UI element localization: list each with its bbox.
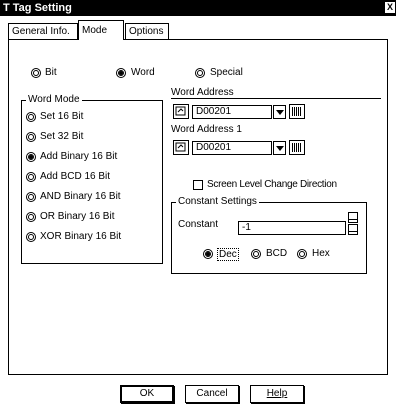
label-bit: Bit [45,67,57,78]
radio-or-binary-16-bit[interactable] [26,212,36,222]
constant-label: Constant [178,219,219,230]
label-add-bcd-16-bit: Add BCD 16 Bit [40,171,111,182]
word-address-1-dropdown-icon[interactable] [273,141,286,155]
label-hex: Hex [312,248,330,259]
label-or-binary-16-bit: OR Binary 16 Bit [40,211,115,222]
constant-settings-group: Constant Settings Constant -1 Dec BCD He… [171,196,367,274]
window-title: T Tag Setting [3,2,72,14]
radio-set-32-bit[interactable] [26,132,36,142]
radio-bit[interactable] [31,68,41,78]
word-address-dropdown-icon[interactable] [273,105,286,119]
label-dec: Dec [217,248,239,261]
label-add-binary-16-bit: Add Binary 16 Bit [40,151,118,162]
label-bcd: BCD [266,248,288,259]
word-address-label: Word Address [171,87,234,98]
radio-set-16-bit[interactable] [26,112,36,122]
address-picker-icon[interactable] [173,104,189,119]
radio-and-binary-16-bit[interactable] [26,192,36,202]
dialog-window: T Tag Setting X General Info. Mode Optio… [0,0,396,412]
word-address-divider [171,98,381,99]
word-address-input[interactable]: D00201 [192,105,272,119]
radio-xor-binary-16-bit[interactable] [26,232,36,242]
radio-special[interactable] [195,68,205,78]
label-and-binary-16-bit: AND Binary 16 Bit [40,191,121,202]
radio-word[interactable] [116,68,126,78]
help-button[interactable]: Help [250,385,304,403]
constant-input[interactable]: -1 [238,221,346,235]
screen-level-label: Screen Level Change Direction [207,179,337,190]
label-xor-binary-16-bit: XOR Binary 16 Bit [40,231,122,242]
screen-level-checkbox[interactable] [193,180,203,190]
keypad-icon[interactable] [289,104,305,119]
label-set-32-bit: Set 32 Bit [40,131,84,142]
ok-button[interactable]: OK [120,385,174,403]
spin-down-icon[interactable] [348,224,358,235]
radio-dec[interactable] [203,249,213,259]
tab-general-info[interactable]: General Info. [8,23,78,39]
tab-options[interactable]: Options [125,23,169,39]
radio-bcd[interactable] [251,249,261,259]
constant-settings-title: Constant Settings [176,196,259,207]
address-picker-1-icon[interactable] [173,140,189,155]
spin-up-icon[interactable] [348,212,358,223]
cancel-button[interactable]: Cancel [185,385,239,403]
title-bar: T Tag Setting X [0,0,396,16]
word-address-1-label: Word Address 1 [171,124,242,135]
radio-add-bcd-16-bit[interactable] [26,172,36,182]
mode-panel: Bit Word Special Word Mode Set 16 Bit Se… [8,39,388,375]
keypad-1-icon[interactable] [289,140,305,155]
close-icon[interactable]: X [385,2,395,13]
label-set-16-bit: Set 16 Bit [40,111,84,122]
help-label: Help [266,388,288,399]
label-word: Word [131,67,155,78]
radio-hex[interactable] [297,249,307,259]
word-mode-title: Word Mode [26,94,82,105]
label-special: Special [210,67,243,78]
word-mode-group: Word Mode Set 16 Bit Set 32 Bit Add Bina… [21,94,163,264]
tab-mode[interactable]: Mode [78,20,124,40]
word-address-1-input[interactable]: D00201 [192,141,272,155]
radio-add-binary-16-bit[interactable] [26,152,36,162]
